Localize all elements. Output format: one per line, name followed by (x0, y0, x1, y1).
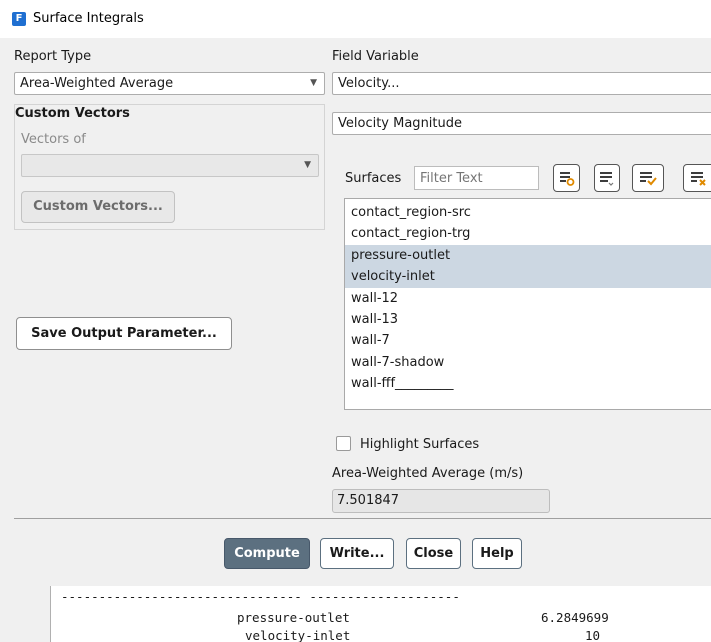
list-options-icon[interactable] (594, 164, 620, 192)
help-button[interactable]: Help (472, 538, 522, 569)
console-row-value: 10 (585, 628, 601, 642)
surface-list-item[interactable]: contact_region-trg (345, 223, 711, 244)
field-variable-label: Field Variable (332, 49, 419, 64)
surface-list-item[interactable]: wall-7 (345, 330, 711, 351)
window-title: Surface Integrals (33, 11, 144, 26)
field-variable-quantity-dropdown[interactable]: Velocity Magnitude (332, 112, 711, 135)
fluent-app-icon: F (12, 12, 26, 26)
custom-vectors-button[interactable]: Custom Vectors... (21, 191, 175, 223)
console-separator: -------------------------------- -------… (61, 589, 460, 604)
console-output: -------------------------------- -------… (50, 586, 711, 642)
save-output-parameter-button[interactable]: Save Output Parameter... (16, 317, 232, 350)
chevron-down-icon: ▼ (310, 78, 317, 88)
console-row-name: velocity-inlet (245, 628, 351, 642)
highlight-surfaces-checkbox[interactable] (336, 436, 351, 451)
report-type-value: Area-Weighted Average (20, 76, 174, 91)
console-row-name: pressure-outlet (237, 610, 350, 625)
select-all-icon[interactable] (632, 164, 664, 192)
filter-surfaces-icon[interactable] (553, 164, 580, 192)
field-variable-category-value: Velocity... (338, 76, 400, 91)
console-row-value: 6.2849699 (541, 610, 609, 625)
field-variable-quantity-value: Velocity Magnitude (338, 116, 463, 131)
write-button[interactable]: Write... (320, 538, 394, 569)
surface-list-item[interactable]: pressure-outlet (345, 244, 711, 267)
divider (14, 518, 711, 519)
result-value-field: 7.501847 (332, 489, 550, 513)
highlight-surfaces-label: Highlight Surfaces (360, 437, 480, 452)
surface-list-item[interactable]: contact_region-src (345, 202, 711, 223)
vectors-of-label: Vectors of (21, 132, 86, 147)
result-label: Area-Weighted Average (m/s) (332, 466, 524, 481)
surfaces-list[interactable]: contact_region-src contact_region-trg pres… (344, 198, 711, 410)
field-variable-category-dropdown[interactable]: Velocity... (332, 72, 711, 95)
custom-vectors-heading: Custom Vectors (15, 106, 130, 121)
report-type-dropdown[interactable]: Area-Weighted Average ▼ (14, 72, 325, 95)
chevron-down-icon: ▼ (304, 160, 311, 170)
surface-list-item[interactable]: wall-fff_________ (345, 373, 711, 394)
compute-button[interactable]: Compute (224, 538, 310, 569)
deselect-all-icon[interactable] (683, 164, 711, 192)
surface-list-item[interactable]: wall-12 (345, 288, 711, 309)
surface-filter-input[interactable] (414, 166, 539, 190)
surfaces-label: Surfaces (345, 171, 402, 186)
report-type-label: Report Type (14, 49, 92, 64)
vectors-of-dropdown[interactable]: ▼ (21, 154, 319, 177)
surface-list-item[interactable]: wall-13 (345, 309, 711, 330)
surface-list-item[interactable]: wall-7-shadow (345, 352, 711, 373)
surface-list-item[interactable]: velocity-inlet (345, 266, 711, 288)
close-button[interactable]: Close (406, 538, 461, 569)
